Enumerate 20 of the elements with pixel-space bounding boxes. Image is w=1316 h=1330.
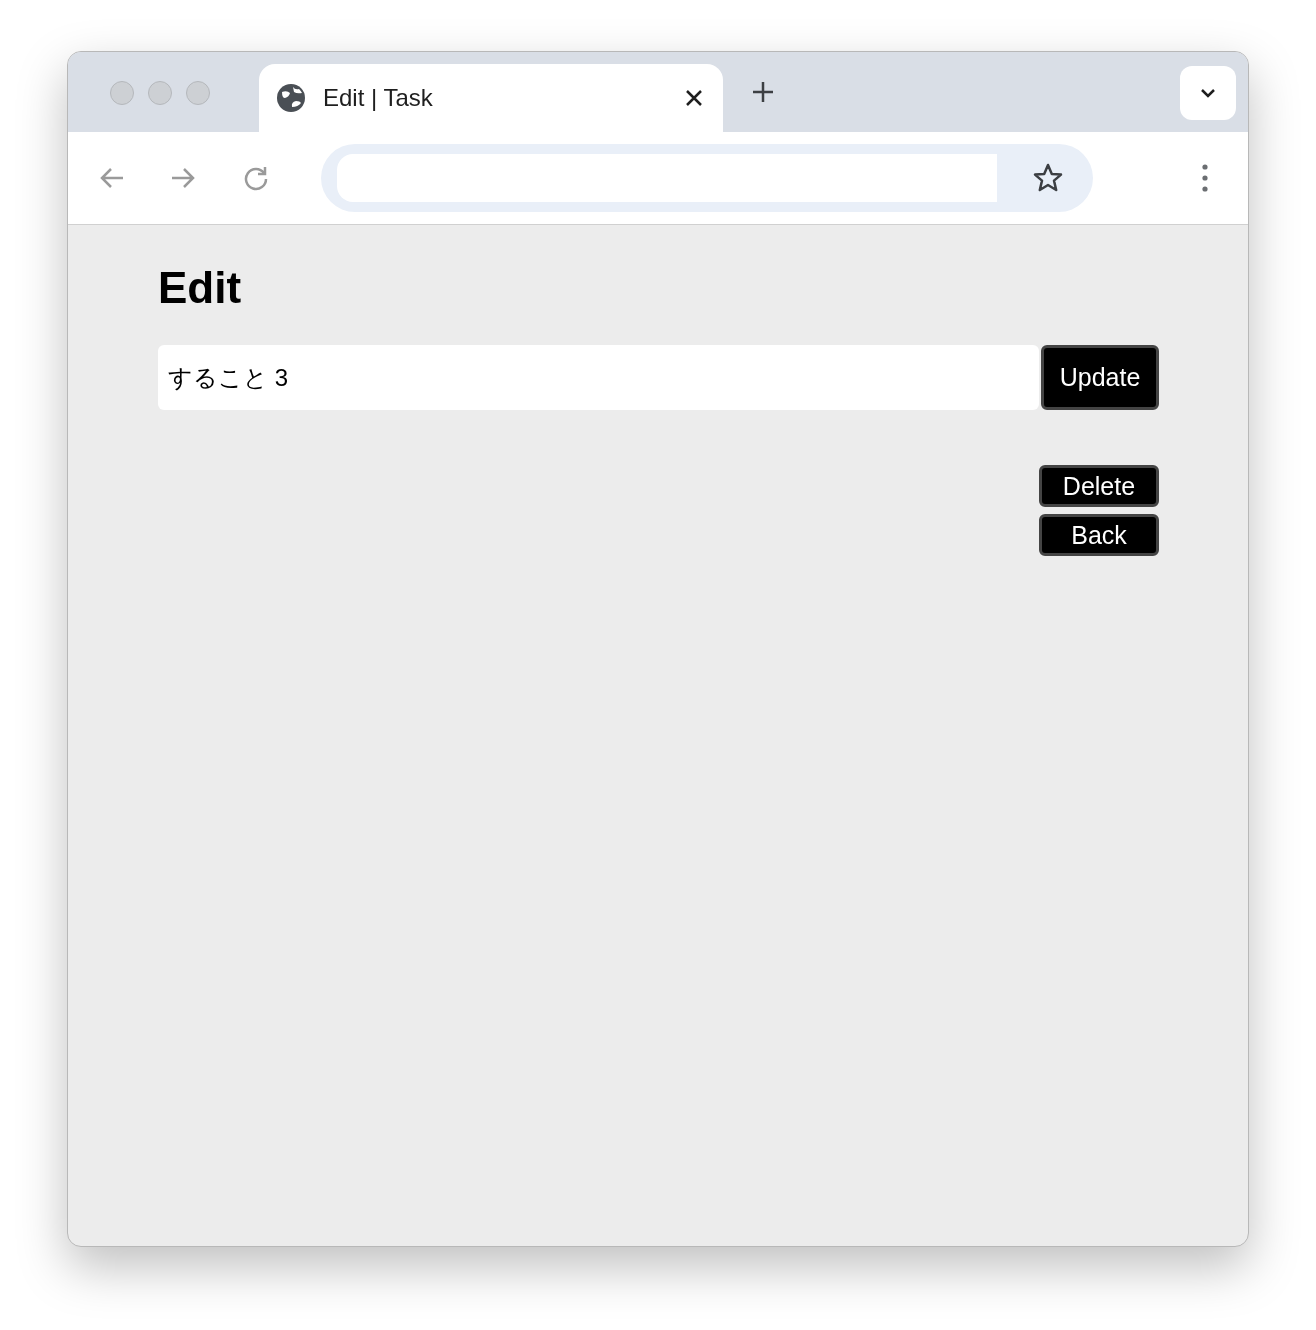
browser-tab[interactable]: Edit | Task xyxy=(259,64,723,132)
chevron-down-icon xyxy=(1200,88,1216,98)
close-icon[interactable] xyxy=(685,89,703,107)
globe-icon xyxy=(276,83,306,113)
more-menu-icon[interactable] xyxy=(1202,164,1208,192)
close-window-button[interactable] xyxy=(110,81,134,105)
forward-icon[interactable] xyxy=(170,166,196,190)
maximize-window-button[interactable] xyxy=(186,81,210,105)
minimize-window-button[interactable] xyxy=(148,81,172,105)
reload-icon[interactable] xyxy=(243,165,269,191)
new-tab-icon[interactable] xyxy=(752,81,774,103)
tab-list-button[interactable] xyxy=(1180,66,1236,120)
page-heading: Edit xyxy=(158,263,243,313)
tab-title: Edit | Task xyxy=(323,83,433,113)
update-button[interactable]: Update xyxy=(1041,345,1159,410)
star-icon[interactable] xyxy=(1033,163,1063,193)
back-button[interactable]: Back xyxy=(1039,514,1159,556)
back-icon[interactable] xyxy=(99,166,125,190)
delete-button[interactable]: Delete xyxy=(1039,465,1159,507)
task-input-field[interactable]: すること 3 xyxy=(158,345,1039,410)
